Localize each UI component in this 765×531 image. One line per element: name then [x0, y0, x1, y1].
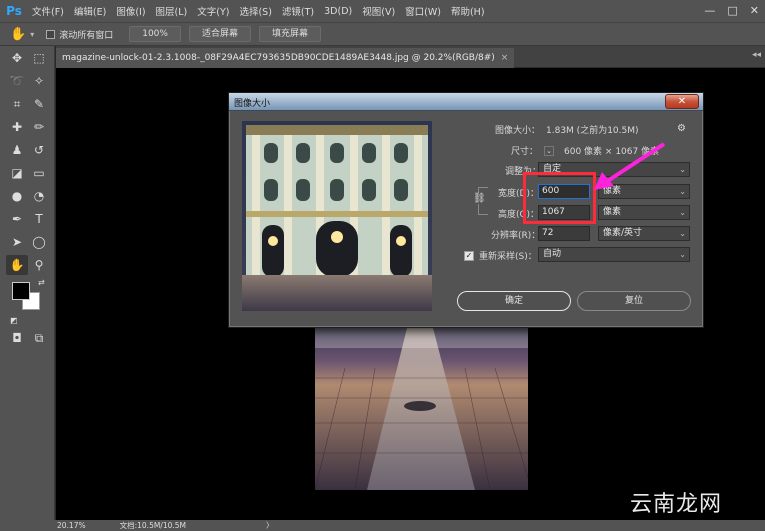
gradient-tool-icon[interactable]: ▭: [28, 163, 50, 183]
image-size-value: 1.83M (之前为10.5M): [546, 126, 639, 136]
menu-help[interactable]: 帮助(H): [451, 4, 485, 18]
watermark-text: 云南龙网: [630, 492, 723, 517]
dodge-tool-icon[interactable]: ◔: [28, 186, 50, 206]
menu-filter[interactable]: 滤镜(T): [282, 4, 314, 18]
menu-image[interactable]: 图像(I): [116, 4, 145, 18]
eraser-tool-icon[interactable]: ◪: [6, 163, 28, 183]
panel-collapse-icon[interactable]: ◂◂: [752, 50, 761, 60]
resample-value: 自动: [543, 249, 562, 259]
zoom-100-button[interactable]: 100%: [129, 26, 181, 42]
ellipse-tool-icon[interactable]: ◯: [28, 232, 50, 252]
hand-tool-icon[interactable]: ✋: [6, 254, 28, 275]
path-selection-tool-icon[interactable]: ➤: [6, 232, 28, 252]
chevron-down-icon: ⌄: [679, 187, 686, 196]
image-size-label: 图像大小：: [495, 126, 541, 136]
close-window-button[interactable]: ✕: [750, 4, 759, 17]
screen-mode-icon[interactable]: ⧉: [28, 328, 50, 348]
swap-colors-icon[interactable]: ⇄: [38, 278, 45, 287]
tools-panel: ✥⬚ ➰✧ ⌗✎ ✚✏ ♟↺ ◪▭ ●◔ ✒T ➤◯ ✋⚲ ··· ⇄ ◩ ◘⧉: [0, 46, 55, 521]
resolution-unit-select[interactable]: 像素/英寸 ⌄: [598, 226, 690, 241]
menu-layer[interactable]: 图层(L): [156, 4, 188, 18]
ok-button[interactable]: 确定: [457, 291, 571, 311]
magic-wand-tool-icon[interactable]: ✧: [28, 71, 50, 91]
dialog-title-bar[interactable]: 图像大小 ✕: [229, 93, 703, 111]
eyedropper-tool-icon[interactable]: ✎: [28, 94, 50, 114]
move-tool-icon[interactable]: ✥: [6, 48, 28, 68]
menu-file[interactable]: 文件(F): [32, 4, 64, 18]
fill-screen-button[interactable]: 填充屏幕: [258, 26, 321, 42]
window-controls: — □ ✕: [704, 4, 759, 17]
chevron-down-icon[interactable]: ▾: [30, 30, 34, 39]
menu-select[interactable]: 选择(S): [239, 4, 271, 18]
fit-screen-button[interactable]: 适合屏幕: [188, 26, 251, 42]
document-image: [315, 328, 528, 490]
hand-tool-preset-icon[interactable]: ✋: [10, 27, 26, 42]
document-tab[interactable]: magazine-unlock-01-2.3.1008-_08F29A4EC79…: [56, 48, 515, 68]
close-icon[interactable]: ×: [501, 53, 509, 63]
menu-view[interactable]: 视图(V): [362, 4, 395, 18]
dialog-title: 图像大小: [234, 99, 271, 109]
options-bar: ✋ ▾ 滚动所有窗口 100% 适合屏幕 填充屏幕: [0, 22, 765, 46]
image-preview[interactable]: [242, 121, 432, 311]
minimize-button[interactable]: —: [704, 4, 715, 17]
document-tab-bar: magazine-unlock-01-2.3.1008-_08F29A4EC79…: [56, 46, 765, 68]
chevron-down-icon: ⌄: [679, 229, 686, 238]
healing-brush-tool-icon[interactable]: ✚: [6, 117, 28, 137]
height-unit-select[interactable]: 像素 ⌄: [598, 205, 690, 220]
crop-tool-icon[interactable]: ⌗: [6, 94, 28, 114]
dialog-close-button[interactable]: ✕: [665, 94, 699, 109]
status-menu-arrow[interactable]: 〉: [266, 520, 274, 531]
chevron-down-icon: ⌄: [679, 165, 686, 174]
chevron-down-icon: ⌄: [679, 250, 686, 259]
brush-tool-icon[interactable]: ✏: [28, 117, 50, 137]
blur-tool-icon[interactable]: ●: [6, 186, 28, 206]
status-bar: 20.17% 文档:10.5M/10.5M 〉: [0, 520, 765, 531]
resolution-row: 分辨率(R)：: [491, 228, 540, 241]
zoom-level[interactable]: 20.17%: [57, 521, 86, 530]
pen-tool-icon[interactable]: ✒: [6, 209, 28, 229]
menu-bar: Ps 文件(F) 编辑(E) 图像(I) 图层(L) 文字(Y) 选择(S) 滤…: [0, 0, 765, 22]
annotation-arrow-icon: [594, 142, 666, 190]
chevron-down-icon: ⌄: [679, 208, 686, 217]
history-brush-tool-icon[interactable]: ↺: [28, 140, 50, 160]
marquee-tool-icon[interactable]: ⬚: [28, 48, 50, 68]
highlight-box: [523, 172, 596, 224]
resample-label: 重新采样(S)：: [479, 252, 537, 262]
default-colors-icon[interactable]: ◩: [10, 316, 18, 325]
lasso-tool-icon[interactable]: ➰: [6, 71, 28, 91]
resample-select[interactable]: 自动 ⌄: [538, 247, 690, 262]
dimensions-label: 尺寸：: [511, 147, 539, 157]
menu-edit[interactable]: 编辑(E): [74, 4, 106, 18]
reset-button[interactable]: 复位: [577, 291, 691, 311]
clone-stamp-tool-icon[interactable]: ♟: [6, 140, 28, 160]
resolution-unit-value: 像素/英寸: [603, 228, 643, 238]
photoshop-window: Ps 文件(F) 编辑(E) 图像(I) 图层(L) 文字(Y) 选择(S) 滤…: [0, 0, 765, 531]
document-tab-title: magazine-unlock-01-2.3.1008-_08F29A4EC79…: [62, 53, 495, 63]
dimensions-unit-dropdown[interactable]: ⌄: [544, 145, 555, 156]
resolution-input[interactable]: 72: [538, 226, 590, 241]
zoom-tool-icon[interactable]: ⚲: [28, 255, 50, 275]
resolution-label: 分辨率(R)：: [491, 231, 541, 241]
resample-checkbox[interactable]: ✓: [464, 250, 474, 261]
maximize-button[interactable]: □: [727, 4, 737, 17]
menu-3d[interactable]: 3D(D): [324, 6, 352, 17]
scroll-all-windows-label: 滚动所有窗口: [59, 30, 114, 41]
image-size-dialog: 图像大小 ✕ 图像大小： 1.83M (之前为10.5M) ⚙ 尺寸： ⌄ 60…: [228, 92, 704, 328]
scroll-all-windows-checkbox[interactable]: [46, 29, 56, 39]
gear-icon[interactable]: ⚙: [677, 123, 686, 134]
menu-type[interactable]: 文字(Y): [197, 4, 229, 18]
image-size-row: 图像大小： 1.83M (之前为10.5M): [495, 123, 639, 136]
type-tool-icon[interactable]: T: [28, 209, 50, 229]
resample-row: ✓ 重新采样(S)：: [464, 249, 537, 262]
photoshop-logo: Ps: [6, 4, 22, 18]
chain-link-icon[interactable]: ⛓: [473, 193, 486, 204]
foreground-color-swatch[interactable]: [12, 282, 30, 300]
menu-window[interactable]: 窗口(W): [405, 4, 441, 18]
quick-mask-icon[interactable]: ◘: [6, 328, 28, 348]
height-unit-value: 像素: [603, 207, 622, 217]
document-info: 文档:10.5M/10.5M: [119, 521, 187, 530]
